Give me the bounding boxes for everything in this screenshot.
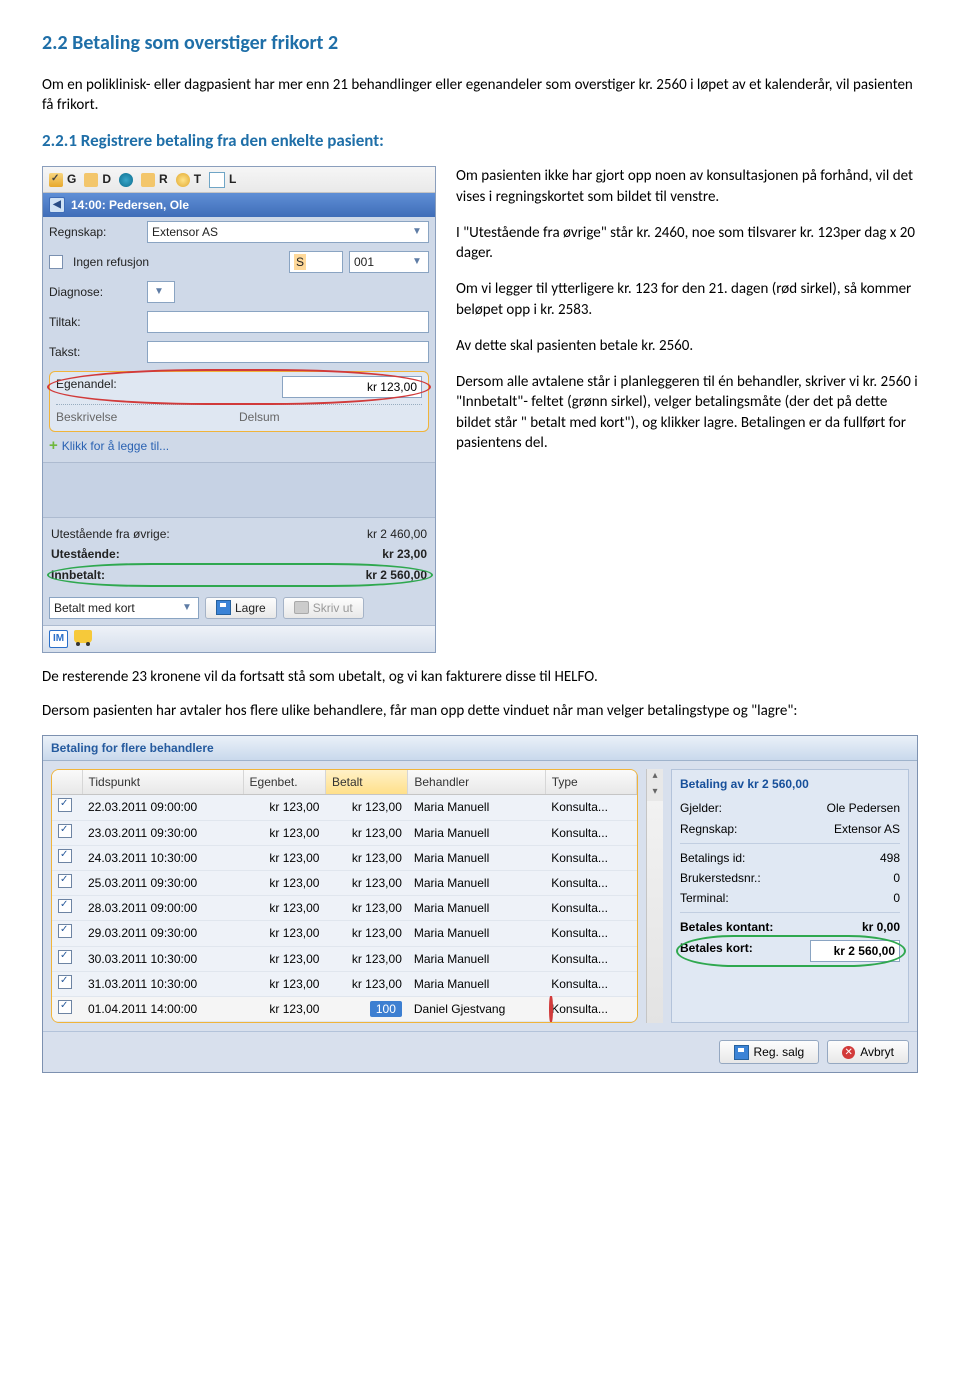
regnskap-label: Regnskap: xyxy=(49,224,141,240)
col-betalt[interactable]: Betalt xyxy=(325,770,407,795)
table-row[interactable]: 30.03.2011 10:30:00kr 123,00kr 123,00Mar… xyxy=(52,946,637,971)
prev-button[interactable]: ◀ xyxy=(49,197,65,213)
multi-handler-dialog: Betaling for flere behandlere Tidspunkt … xyxy=(42,735,918,1073)
paragraph: Om pasienten ikke har gjort opp noen av … xyxy=(456,166,918,207)
intro-paragraph: Om en poliklinisk- eller dagpasient har … xyxy=(42,75,918,116)
scrollbar[interactable]: ▴ ▾ xyxy=(646,769,663,1023)
toolbar-g[interactable]: G xyxy=(49,171,76,187)
takst-input[interactable] xyxy=(147,341,429,363)
kort-input[interactable] xyxy=(810,940,900,962)
diagnose-label: Diagnose: xyxy=(49,284,141,300)
toolbar-d[interactable]: D xyxy=(84,171,111,187)
takst-label: Takst: xyxy=(49,344,141,360)
table-row[interactable]: 29.03.2011 09:30:00kr 123,00kr 123,00Mar… xyxy=(52,921,637,946)
regnskap-select[interactable]: Extensor AS▼ xyxy=(147,221,429,243)
add-line-link[interactable]: + Klikk for å legge til... xyxy=(43,436,435,462)
payments-table-wrap: Tidspunkt Egenbet. Betalt Behandler Type… xyxy=(51,769,638,1023)
cancel-icon: ✕ xyxy=(842,1046,855,1059)
table-row[interactable]: 25.03.2011 09:30:00kr 123,00kr 123,00Mar… xyxy=(52,870,637,895)
beskrivelse-label: Beskrivelse xyxy=(56,409,239,425)
table-row[interactable]: 31.03.2011 10:30:00kr 123,00kr 123,00Mar… xyxy=(52,971,637,996)
utestaende-ovrige-label: Utestående fra øvrige: xyxy=(51,526,170,542)
table-row[interactable]: 22.03.2011 09:00:00kr 123,00kr 123,00Mar… xyxy=(52,795,637,820)
heading-level-2: 2.2 Betaling som overstiger frikort 2 xyxy=(42,30,918,57)
utestaende-label: Utestående: xyxy=(51,546,120,562)
row-checkbox[interactable] xyxy=(58,874,72,888)
scroll-up-icon[interactable]: ▴ xyxy=(647,769,663,785)
paragraph: I "Utestående fra øvrige" står kr. 2460,… xyxy=(456,223,918,264)
clock-icon xyxy=(176,173,190,187)
col-type[interactable]: Type xyxy=(545,770,636,795)
row-checkbox[interactable] xyxy=(58,950,72,964)
avbryt-button[interactable]: ✕ Avbryt xyxy=(827,1040,909,1064)
summary-header: Betaling av kr 2 560,00 xyxy=(680,776,900,792)
egenandel-input[interactable] xyxy=(282,376,422,398)
paragraph: Dersom alle avtalene står i planleggeren… xyxy=(456,372,918,453)
egenandel-label: Egenandel: xyxy=(56,376,144,398)
innbetalt-value: kr 2 560,00 xyxy=(366,567,427,583)
print-icon xyxy=(294,601,309,614)
row-checkbox[interactable] xyxy=(58,824,72,838)
tiltak-label: Tiltak: xyxy=(49,314,141,330)
toolbar: G D R T L xyxy=(43,167,435,192)
folder-icon xyxy=(141,173,155,187)
row-checkbox[interactable] xyxy=(58,798,72,812)
save-icon xyxy=(734,1045,749,1060)
toolbar-r[interactable]: R xyxy=(141,171,168,187)
row-checkbox[interactable] xyxy=(58,975,72,989)
row-checkbox[interactable] xyxy=(58,1000,72,1014)
scroll-down-icon[interactable]: ▾ xyxy=(647,785,663,801)
diagnose-select[interactable]: ▼ xyxy=(147,281,175,303)
car-icon xyxy=(74,630,92,643)
betalt-badge: 100 xyxy=(370,1001,402,1017)
payment-summary-panel: Betaling av kr 2 560,00 Gjelder:Ole Pede… xyxy=(671,769,909,1023)
billing-form-screenshot: G D R T L ◀ 14:00: Pedersen, Ole Regnska… xyxy=(42,166,436,652)
paragraph: Om vi legger til ytterligere kr. 123 for… xyxy=(456,279,918,320)
code-select[interactable]: 001▼ xyxy=(349,251,429,273)
table-row[interactable]: 24.03.2011 10:30:00kr 123,00kr 123,00Mar… xyxy=(52,845,637,870)
row-checkbox[interactable] xyxy=(58,849,72,863)
reg-salg-button[interactable]: Reg. salg xyxy=(719,1040,820,1064)
paragraph: Dersom pasienten har avtaler hos flere u… xyxy=(42,701,918,721)
innbetalt-label: Innbetalt: xyxy=(51,567,105,583)
paragraph: Av dette skal pasienten betale kr. 2560. xyxy=(456,336,918,356)
folder-icon xyxy=(84,173,98,187)
skrivut-button[interactable]: Skriv ut xyxy=(283,597,364,619)
delsum-label: Delsum xyxy=(239,409,422,425)
paragraph: De resterende 23 kronene vil da fortsatt… xyxy=(42,667,918,687)
row-checkbox[interactable] xyxy=(58,899,72,913)
heading-level-3: 2.2.1 Registrere betaling fra den enkelt… xyxy=(42,130,918,153)
dialog-title: Betaling for flere behandlere xyxy=(43,736,917,761)
im-badge: IM xyxy=(49,630,68,648)
payment-method-select[interactable]: Betalt med kort▼ xyxy=(49,597,199,619)
save-icon xyxy=(216,600,231,615)
payments-table: Tidspunkt Egenbet. Betalt Behandler Type… xyxy=(52,770,637,1022)
list-icon xyxy=(209,172,225,188)
table-row[interactable]: 23.03.2011 09:30:00kr 123,00kr 123,00Mar… xyxy=(52,820,637,845)
utestaende-ovrige-value: kr 2 460,00 xyxy=(367,526,427,542)
dot-icon xyxy=(119,173,133,187)
red-highlight-oval xyxy=(549,996,553,1022)
refusjon-label: Ingen refusjon xyxy=(73,254,283,270)
row-checkbox[interactable] xyxy=(58,924,72,938)
lagre-button[interactable]: Lagre xyxy=(205,597,277,619)
table-row[interactable]: 28.03.2011 09:00:00kr 123,00kr 123,00Mar… xyxy=(52,896,637,921)
check-icon xyxy=(49,173,63,187)
tiltak-input[interactable] xyxy=(147,311,429,333)
col-tidspunkt[interactable]: Tidspunkt xyxy=(82,770,243,795)
toolbar-dot[interactable] xyxy=(119,171,133,187)
table-row-highlighted[interactable]: 01.04.2011 14:00:00kr 123,00100Daniel Gj… xyxy=(52,996,637,1021)
toolbar-l[interactable]: L xyxy=(209,171,236,187)
col-egenbet[interactable]: Egenbet. xyxy=(243,770,325,795)
toolbar-t[interactable]: T xyxy=(176,171,201,187)
refusjon-checkbox[interactable] xyxy=(49,255,63,269)
plus-icon: + xyxy=(49,436,58,456)
egenandel-box: Egenandel: Beskrivelse Delsum xyxy=(49,371,429,432)
utestaende-value: kr 23,00 xyxy=(382,546,427,562)
col-behandler[interactable]: Behandler xyxy=(408,770,545,795)
time-header: ◀ 14:00: Pedersen, Ole xyxy=(43,193,435,217)
